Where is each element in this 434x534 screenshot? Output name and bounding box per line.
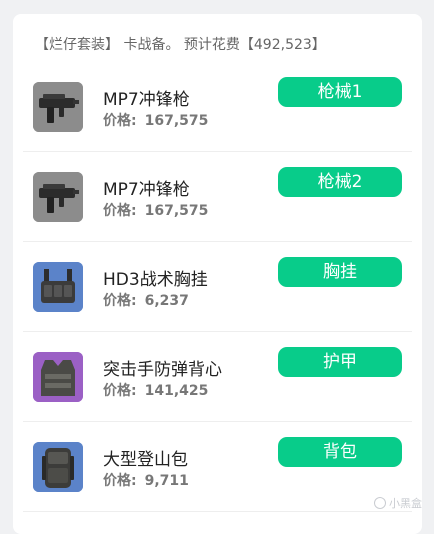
price-value: 167,575 (144, 203, 209, 219)
divider (23, 511, 412, 512)
list-item: HD3战术胸挂 价格: 6,237 胸挂 (13, 242, 422, 332)
chest-rig-icon (33, 262, 83, 312)
price-value: 6,237 (144, 293, 189, 309)
slot-button-armor[interactable]: 护甲 (278, 347, 402, 377)
armor-vest-icon (33, 352, 83, 402)
slot-button-chest-rig[interactable]: 胸挂 (278, 257, 402, 287)
price-label: 价格: (103, 383, 137, 399)
list-item: 大型登山包 价格: 9,711 背包 (13, 422, 422, 512)
smg-icon (33, 82, 83, 132)
slot-button-backpack[interactable]: 背包 (278, 437, 402, 467)
slot-button-weapon-1[interactable]: 枪械1 (278, 77, 402, 107)
item-name: HD3战术胸挂 (103, 270, 208, 290)
price-label: 价格: (103, 473, 137, 489)
item-name: MP7冲锋枪 (103, 180, 190, 200)
list-item: MP7冲锋枪 价格: 167,575 枪械1 (13, 62, 422, 152)
price-value: 167,575 (144, 113, 209, 129)
item-price: 价格: 167,575 (103, 200, 208, 220)
item-name: 突击手防弹背心 (103, 360, 222, 380)
list-item: 突击手防弹背心 价格: 141,425 护甲 (13, 332, 422, 422)
price-label: 价格: (103, 293, 137, 309)
watermark: 小黑盒 (374, 495, 422, 511)
watermark-text: 小黑盒 (389, 497, 422, 510)
price-value: 9,711 (144, 473, 189, 489)
list-item: MP7冲锋枪 价格: 167,575 枪械2 (13, 152, 422, 242)
item-name: 大型登山包 (103, 450, 188, 470)
backpack-icon (33, 442, 83, 492)
smg-icon (33, 172, 83, 222)
watermark-logo-icon (374, 497, 386, 509)
item-price: 价格: 167,575 (103, 110, 208, 130)
item-price: 价格: 6,237 (103, 290, 189, 310)
price-label: 价格: (103, 203, 137, 219)
loadout-summary: 【烂仔套装】 卡战备。 预计花费【492,523】 (35, 37, 326, 53)
item-name: MP7冲锋枪 (103, 90, 190, 110)
loadout-card: 【烂仔套装】 卡战备。 预计花费【492,523】 MP7冲锋枪 价格: 167,… (13, 14, 422, 534)
price-value: 141,425 (144, 383, 209, 399)
price-label: 价格: (103, 113, 137, 129)
item-price: 价格: 9,711 (103, 470, 189, 490)
slot-button-weapon-2[interactable]: 枪械2 (278, 167, 402, 197)
item-price: 价格: 141,425 (103, 380, 208, 400)
